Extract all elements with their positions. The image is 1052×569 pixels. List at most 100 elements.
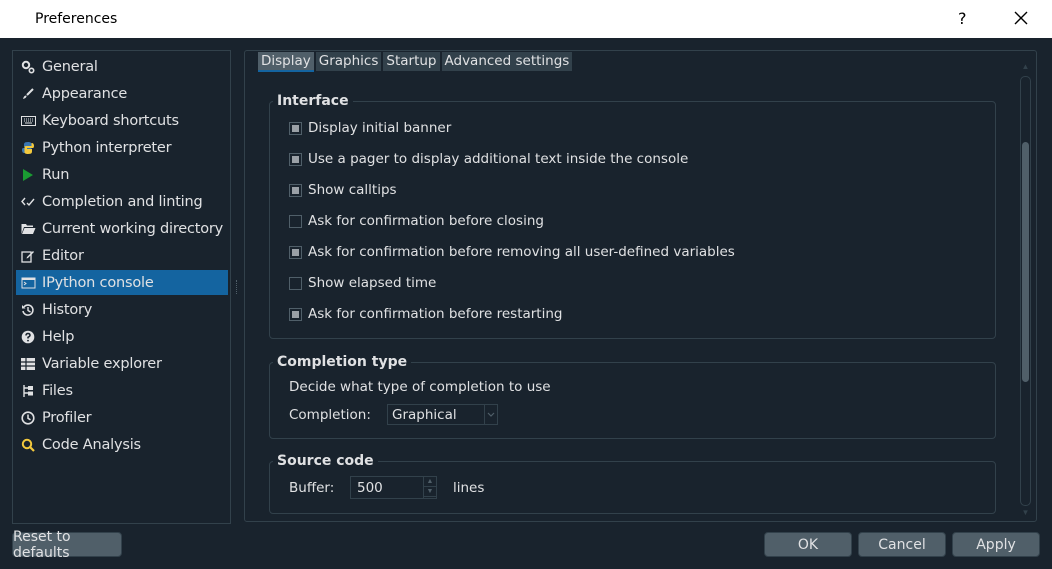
ok-button[interactable]: OK (764, 532, 852, 557)
checkbox-box (289, 245, 302, 259)
close-icon (1014, 11, 1028, 25)
completion-select[interactable]: Graphical (387, 404, 498, 425)
show-elapsed-time-checkbox[interactable]: Show elapsed time (289, 274, 436, 292)
sidebar-item-label: Variable explorer (42, 355, 162, 372)
clock-icon (20, 410, 36, 426)
tab-graphics[interactable]: Graphics (315, 52, 382, 71)
sidebar-item-label: Appearance (42, 85, 128, 102)
checkbox-box (289, 307, 302, 321)
window-title: Preferences (35, 11, 118, 27)
checkbox-label: Show calltips (308, 182, 397, 198)
spin-down-icon[interactable]: ▼ (424, 487, 436, 497)
sidebar-item-general[interactable]: General (16, 54, 228, 79)
play-icon (20, 167, 36, 183)
tab-display[interactable]: Display (258, 52, 314, 72)
sidebar-item-label: History (42, 301, 93, 318)
sidebar-item-current-working-directory[interactable]: Current working directory (16, 216, 228, 241)
sidebar-item-label: Files (42, 382, 73, 399)
buffer-spinbox[interactable]: 500 ▲ ▼ (350, 476, 437, 499)
confirm-remove-variables-checkbox[interactable]: Ask for confirmation before removing all… (289, 243, 735, 261)
sidebar-item-profiler[interactable]: Profiler (16, 405, 228, 430)
folder-open-icon (20, 221, 36, 237)
interface-group-title: Interface (273, 93, 353, 109)
edit-icon (20, 248, 36, 264)
sidebar-item-label: IPython console (42, 274, 154, 291)
sidebar-item-history[interactable]: History (16, 297, 228, 322)
completion-icon (20, 194, 36, 210)
sidebar-item-help[interactable]: Help (16, 324, 228, 349)
splitter-handle[interactable] (236, 280, 238, 294)
reset-to-defaults-button[interactable]: Reset to defaults (12, 529, 122, 561)
sidebar-item-label: Python interpreter (42, 139, 172, 156)
use-pager-checkbox[interactable]: Use a pager to display additional text i… (289, 150, 688, 168)
sidebar-item-label: General (42, 58, 98, 75)
checkbox-label: Use a pager to display additional text i… (308, 151, 689, 167)
display-initial-banner-checkbox[interactable]: Display initial banner (289, 119, 451, 137)
help-button[interactable]: ? (958, 9, 967, 28)
sidebar-item-label: Current working directory (42, 220, 224, 237)
sidebar-item-ipython-console[interactable]: IPython console (16, 270, 228, 295)
sidebar-item-editor[interactable]: Editor (16, 243, 228, 268)
scroll-up-icon[interactable]: ▲ (1020, 62, 1031, 72)
tab-startup[interactable]: Startup (383, 52, 440, 71)
sidebar-item-variable-explorer[interactable]: Variable explorer (16, 351, 228, 376)
preferences-sidebar: General Appearance Keyboard shortcuts Py… (12, 50, 231, 524)
sidebar-item-keyboard-shortcuts[interactable]: Keyboard shortcuts (16, 108, 228, 133)
source-code-group-title: Source code (273, 453, 378, 469)
sidebar-item-completion-and-linting[interactable]: Completion and linting (16, 189, 228, 214)
sidebar-item-appearance[interactable]: Appearance (16, 81, 228, 106)
title-bar: Preferences ? (0, 0, 1052, 38)
code-analysis-icon (20, 437, 36, 453)
sidebar-item-run[interactable]: Run (16, 162, 228, 187)
sidebar-item-label: Completion and linting (42, 193, 203, 210)
completion-description: Decide what type of completion to use (289, 379, 551, 395)
sidebar-item-label: Profiler (42, 409, 92, 426)
scroll-down-icon[interactable]: ▼ (1020, 508, 1031, 518)
sidebar-item-label: Run (42, 166, 70, 183)
sidebar-item-label: Code Analysis (42, 436, 141, 453)
show-calltips-checkbox[interactable]: Show calltips (289, 181, 397, 199)
spin-up-icon[interactable]: ▲ (424, 477, 436, 487)
table-icon (20, 356, 36, 372)
paintbrush-icon (20, 86, 36, 102)
tab-bar: Display Graphics Startup Advanced settin… (258, 52, 574, 72)
completion-type-group (269, 362, 996, 439)
checkbox-label: Ask for confirmation before restarting (308, 306, 563, 322)
question-circle-icon (20, 329, 36, 345)
checkbox-label: Ask for confirmation before removing all… (308, 244, 735, 260)
buffer-label: Buffer: (289, 480, 335, 496)
checkbox-box (289, 183, 302, 197)
completion-select-value: Graphical (392, 407, 457, 423)
checkbox-label: Display initial banner (308, 120, 452, 136)
sidebar-item-code-analysis[interactable]: Code Analysis (16, 432, 228, 457)
apply-button[interactable]: Apply (952, 532, 1040, 557)
python-icon (20, 140, 36, 156)
content-scrollbar[interactable]: ▲ ▼ (1018, 62, 1033, 519)
checkbox-label: Ask for confirmation before closing (308, 213, 544, 229)
terminal-icon (20, 275, 36, 291)
keyboard-icon (20, 113, 36, 129)
cancel-button[interactable]: Cancel (858, 532, 946, 557)
checkbox-box (289, 276, 302, 290)
checkbox-box (289, 214, 302, 228)
history-icon (20, 302, 36, 318)
scroll-thumb[interactable] (1022, 142, 1029, 382)
tab-advanced-settings[interactable]: Advanced settings (441, 52, 573, 71)
buffer-value: 500 (357, 480, 383, 496)
confirm-closing-checkbox[interactable]: Ask for confirmation before closing (289, 212, 544, 230)
sidebar-item-label: Editor (42, 247, 84, 264)
spin-buttons: ▲ ▼ (423, 477, 436, 498)
close-button[interactable] (1010, 7, 1032, 29)
sidebar-item-files[interactable]: Files (16, 378, 228, 403)
checkbox-box (289, 152, 302, 166)
buffer-unit: lines (453, 480, 485, 496)
sidebar-item-python-interpreter[interactable]: Python interpreter (16, 135, 228, 160)
files-icon (20, 383, 36, 399)
chevron-down-icon (484, 405, 497, 424)
confirm-restarting-checkbox[interactable]: Ask for confirmation before restarting (289, 305, 562, 323)
sidebar-item-label: Help (42, 328, 75, 345)
sidebar-item-label: Keyboard shortcuts (42, 112, 179, 129)
checkbox-label: Show elapsed time (308, 275, 437, 291)
completion-type-group-title: Completion type (273, 354, 412, 370)
completion-label: Completion: (289, 407, 371, 423)
